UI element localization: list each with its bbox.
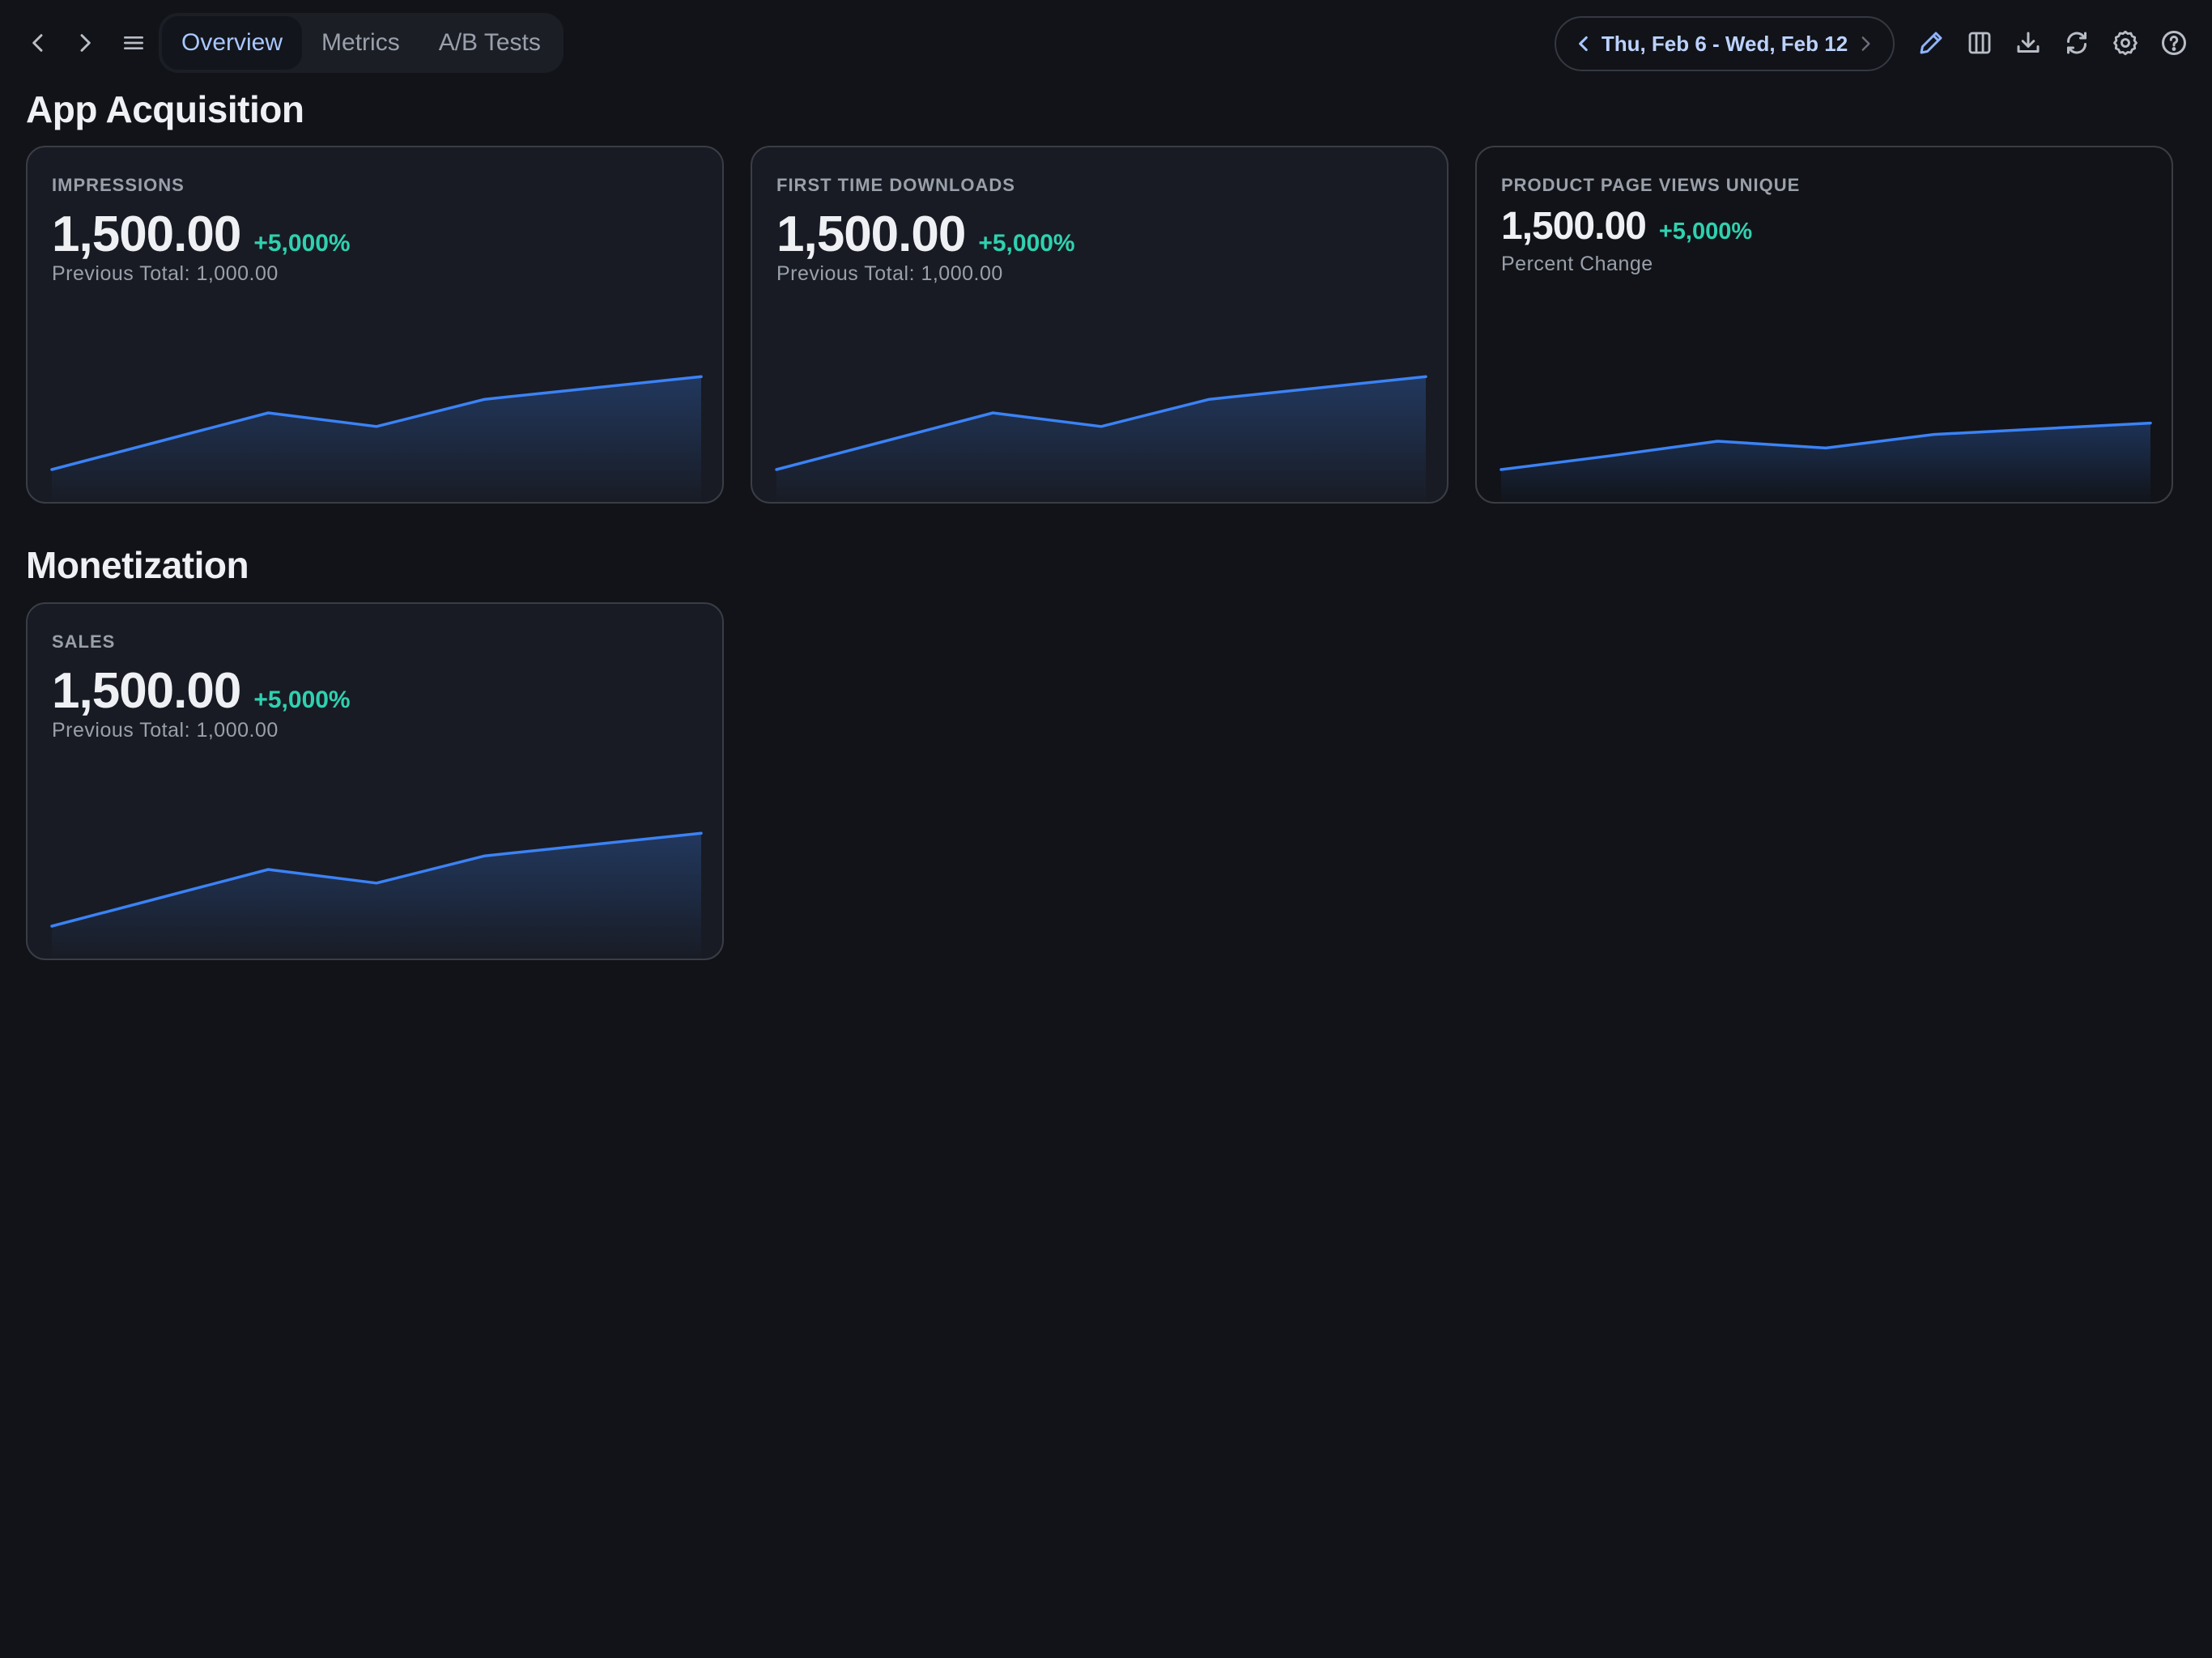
metric-card-sales[interactable]: SALES 1,500.00 +5,000% Previous Total: 1… [26, 602, 724, 960]
sparkline-area [52, 376, 701, 502]
metric-name: PRODUCT PAGE VIEWS UNIQUE [1501, 175, 1801, 195]
metric-value: 1,500.00 [1501, 205, 1647, 248]
metric-subtitle: Previous Total: 1,000.00 [776, 262, 1003, 285]
date-range-label: Thu, Feb 6 - Wed, Feb 12 [1601, 31, 1848, 56]
columns-icon [1968, 32, 1991, 54]
top-toolbar: Overview Metrics A/B Tests Thu, Feb 6 - … [0, 0, 2212, 86]
previous-range-button[interactable] [1569, 29, 1598, 58]
refresh-button[interactable] [2058, 24, 2095, 62]
sparkline-area [776, 376, 1426, 502]
edit-button[interactable] [1912, 24, 1950, 62]
metric-delta: +5,000% [1658, 219, 1753, 244]
metric-card-impressions[interactable]: IMPRESSIONS 1,500.00 +5,000% Previous To… [26, 146, 724, 504]
next-range-button[interactable] [1851, 29, 1880, 58]
chevron-left-icon [32, 34, 43, 52]
forward-button[interactable] [63, 21, 107, 65]
metric-value-row: 1,500.00 +5,000% [1501, 204, 1752, 249]
download-icon [2017, 32, 2040, 53]
gear-icon [2113, 30, 2138, 56]
metric-value: 1,500.00 [52, 206, 241, 262]
sparkline-area [1501, 423, 2150, 502]
section-title-app-acquisition: App Acquisition [26, 88, 304, 130]
metric-subtitle: Percent Change [1501, 253, 1653, 275]
sparkline [1499, 421, 2152, 502]
tab-overview[interactable]: Overview [162, 16, 303, 70]
metric-value-row: 1,500.00 +5,000% [52, 662, 351, 720]
refresh-icon [2067, 32, 2087, 54]
columns-button[interactable] [1961, 24, 1998, 62]
metric-delta: +5,000% [253, 230, 351, 257]
sparkline-area [52, 833, 701, 959]
metric-delta: +5,000% [978, 230, 1075, 257]
metric-card-product-page-views-unique[interactable]: PRODUCT PAGE VIEWS UNIQUE 1,500.00 +5,00… [1475, 146, 2173, 504]
metric-value-row: 1,500.00 +5,000% [52, 206, 351, 263]
sparkline [50, 831, 703, 959]
tab-ab-tests[interactable]: A/B Tests [419, 16, 560, 70]
metric-delta: +5,000% [253, 687, 351, 713]
tab-metrics[interactable]: Metrics [302, 16, 419, 70]
metric-value: 1,500.00 [776, 206, 966, 262]
view-tabs: Overview Metrics A/B Tests [159, 13, 564, 73]
metric-value: 1,500.00 [52, 663, 241, 719]
chevron-left-icon [1579, 36, 1588, 52]
date-range-picker[interactable]: Thu, Feb 6 - Wed, Feb 12 [1555, 16, 1895, 71]
metric-name: FIRST TIME DOWNLOADS [776, 175, 1015, 195]
metric-subtitle: Previous Total: 1,000.00 [52, 262, 279, 285]
section-title-monetization: Monetization [26, 544, 249, 586]
chevron-right-icon [1861, 36, 1870, 51]
pencil-icon [1920, 32, 1942, 54]
chevron-right-icon [80, 34, 91, 52]
menu-button[interactable] [112, 21, 155, 65]
metric-card-first-time-downloads[interactable]: FIRST TIME DOWNLOADS 1,500.00 +5,000% Pr… [751, 146, 1448, 504]
sparkline [775, 375, 1427, 502]
menu-icon [124, 36, 143, 49]
metric-value-row: 1,500.00 +5,000% [776, 206, 1075, 263]
download-button[interactable] [2010, 24, 2047, 62]
back-button[interactable] [16, 21, 60, 65]
settings-button[interactable] [2107, 24, 2144, 62]
metric-name: IMPRESSIONS [52, 175, 185, 195]
sparkline [50, 375, 703, 502]
help-icon [2162, 31, 2186, 55]
help-button[interactable] [2155, 24, 2193, 62]
metric-name: SALES [52, 631, 116, 652]
metric-subtitle: Previous Total: 1,000.00 [52, 719, 279, 742]
